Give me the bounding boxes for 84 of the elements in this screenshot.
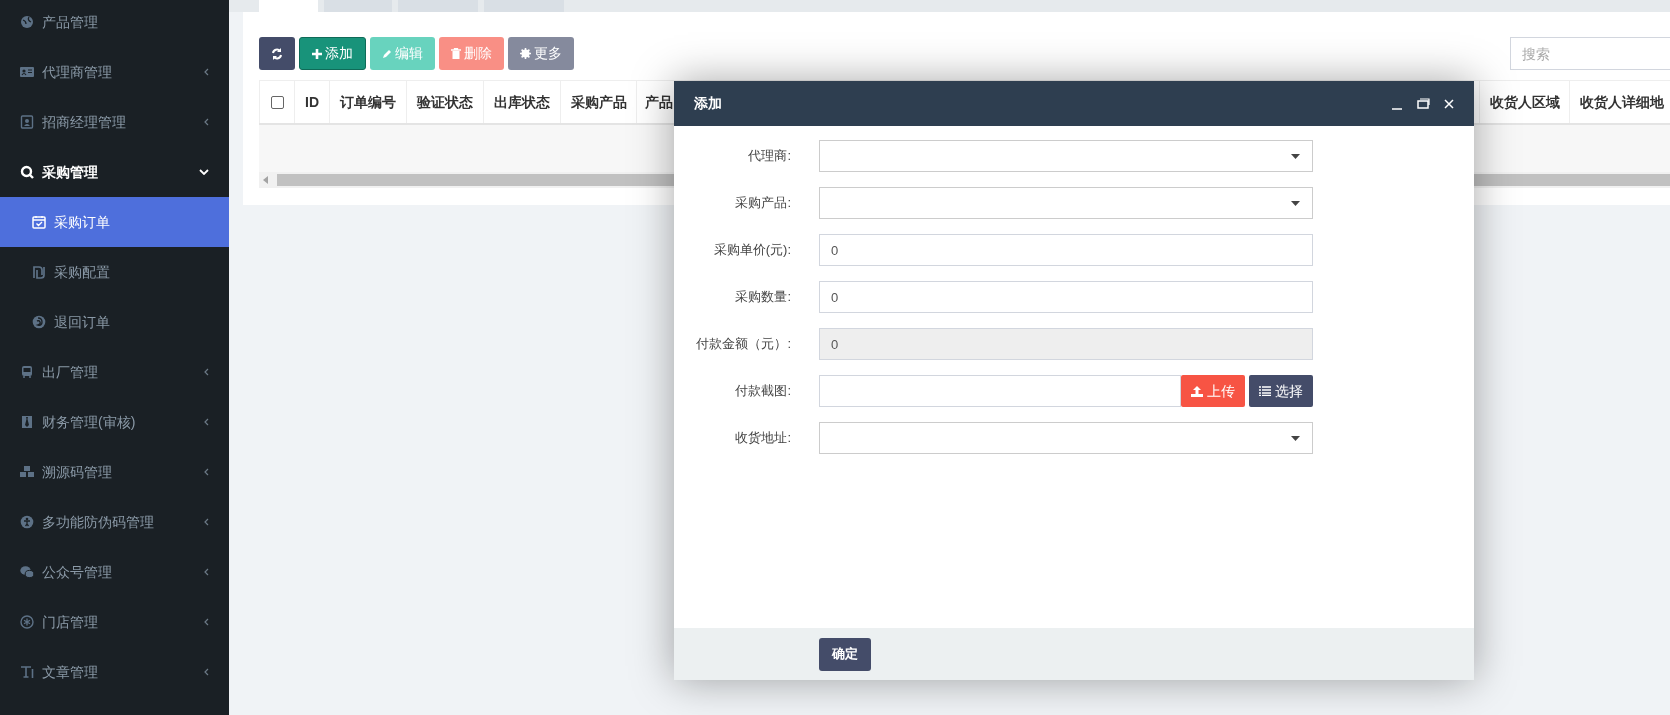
sidebar-item[interactable]: 产品管理 [0, 0, 229, 47]
column-header[interactable]: 验证状态 [407, 81, 484, 123]
upload-icon [1191, 385, 1203, 397]
text-height-icon [20, 665, 34, 679]
sidebar-item[interactable]: 多功能防伪码管理 [0, 497, 229, 547]
column-header[interactable]: ID [295, 81, 330, 123]
choose-button[interactable]: 选择 [1249, 375, 1313, 407]
cubes-icon [20, 465, 34, 479]
input-field[interactable]: 0 [819, 281, 1313, 313]
dialog-title: 添加 [694, 94, 723, 113]
chevron-left-icon [204, 368, 209, 376]
search-field[interactable]: 搜索 [1510, 37, 1670, 70]
column-header[interactable]: 出库状态 [484, 81, 561, 123]
shekel-icon [32, 265, 46, 279]
tab[interactable] [484, 0, 564, 12]
chevron-left-icon [204, 568, 209, 576]
dropdown-field[interactable] [819, 140, 1313, 172]
sidebar-item[interactable]: 财务管理(审核) [0, 397, 229, 447]
column-header[interactable]: 订单编号 [330, 81, 407, 123]
bus-icon [20, 365, 34, 379]
swirl-circle-icon [32, 315, 46, 329]
column-header[interactable]: 收货人详细地 [1570, 81, 1670, 123]
confirm-button[interactable]: 确定 [819, 637, 871, 671]
sidebar-item[interactable]: 公众号管理 [0, 547, 229, 597]
chevron-left-icon [204, 468, 209, 476]
tie-icon [20, 415, 34, 429]
pencil-icon [382, 48, 392, 59]
contact-card-icon [20, 115, 34, 129]
refresh-button[interactable] [259, 37, 295, 70]
sidebar-item[interactable]: 招商经理管理 [0, 97, 229, 147]
field-label: 付款金额（元）: [695, 335, 791, 354]
chevron-left-icon [204, 668, 209, 676]
field-label: 采购单价(元): [712, 241, 791, 260]
sidebar-item[interactable]: 出厂管理 [0, 347, 229, 397]
sidebar-item[interactable]: 文章管理 [0, 647, 229, 697]
trash-icon [451, 48, 461, 59]
person-circle-icon [20, 515, 34, 529]
select-all-checkbox[interactable] [270, 95, 284, 109]
chat-bubbles-icon [20, 565, 34, 579]
sidebar-subitem[interactable]: 采购订单 [0, 197, 229, 247]
dropdown-caret-icon [1291, 200, 1300, 206]
upload-button[interactable]: 上传 [1181, 375, 1245, 407]
chevron-left-icon [204, 68, 209, 76]
tab[interactable] [259, 0, 318, 12]
input-field[interactable]: 0 [819, 328, 1313, 360]
chevron-left-icon [204, 118, 209, 126]
sidebar-subitem[interactable]: 退回订单 [0, 297, 229, 347]
input-field[interactable] [819, 375, 1181, 407]
list-icon [1259, 386, 1271, 396]
field-label: 采购产品: [734, 194, 791, 213]
sidebar-item[interactable]: 代理商管理 [0, 47, 229, 97]
sidebar-item[interactable]: 溯源码管理 [0, 447, 229, 497]
calendar-check-icon [32, 215, 46, 229]
gear-icon [520, 48, 531, 59]
chevron-left-icon [204, 418, 209, 426]
add-button[interactable]: 添加 [299, 37, 366, 70]
dropdown-field[interactable] [819, 422, 1313, 454]
field-label: 付款截图: [734, 382, 791, 401]
input-field[interactable]: 0 [819, 234, 1313, 266]
plus-icon [312, 48, 322, 59]
asterisk-circle-icon [20, 615, 34, 629]
field-label: 收货地址: [734, 429, 791, 448]
chevron-left-icon [204, 518, 209, 526]
field-label: 代理商: [747, 147, 791, 166]
maximize-icon[interactable] [1417, 98, 1430, 109]
magnifier-icon [20, 165, 34, 179]
chevron-left-icon [204, 618, 209, 626]
tab[interactable] [324, 0, 392, 12]
sidebar-subitem[interactable]: 采购配置 [0, 247, 229, 297]
refresh-icon [271, 47, 283, 60]
tab[interactable] [398, 0, 478, 12]
globe-icon [20, 15, 34, 29]
dropdown-caret-icon [1291, 153, 1300, 159]
sidebar-item[interactable]: 门店管理 [0, 597, 229, 647]
id-card-icon [20, 65, 34, 79]
close-icon[interactable] [1444, 98, 1454, 109]
scroll-left-arrow-icon[interactable] [263, 176, 269, 184]
column-header[interactable]: 采购产品 [561, 81, 637, 123]
field-label: 采购数量: [734, 288, 791, 307]
sidebar-item[interactable]: 采购管理 [0, 147, 229, 197]
column-header[interactable]: 收货人区域 [1480, 81, 1570, 123]
dropdown-field[interactable] [819, 187, 1313, 219]
dropdown-caret-icon [1291, 435, 1300, 441]
chevron-down-icon [199, 169, 209, 175]
